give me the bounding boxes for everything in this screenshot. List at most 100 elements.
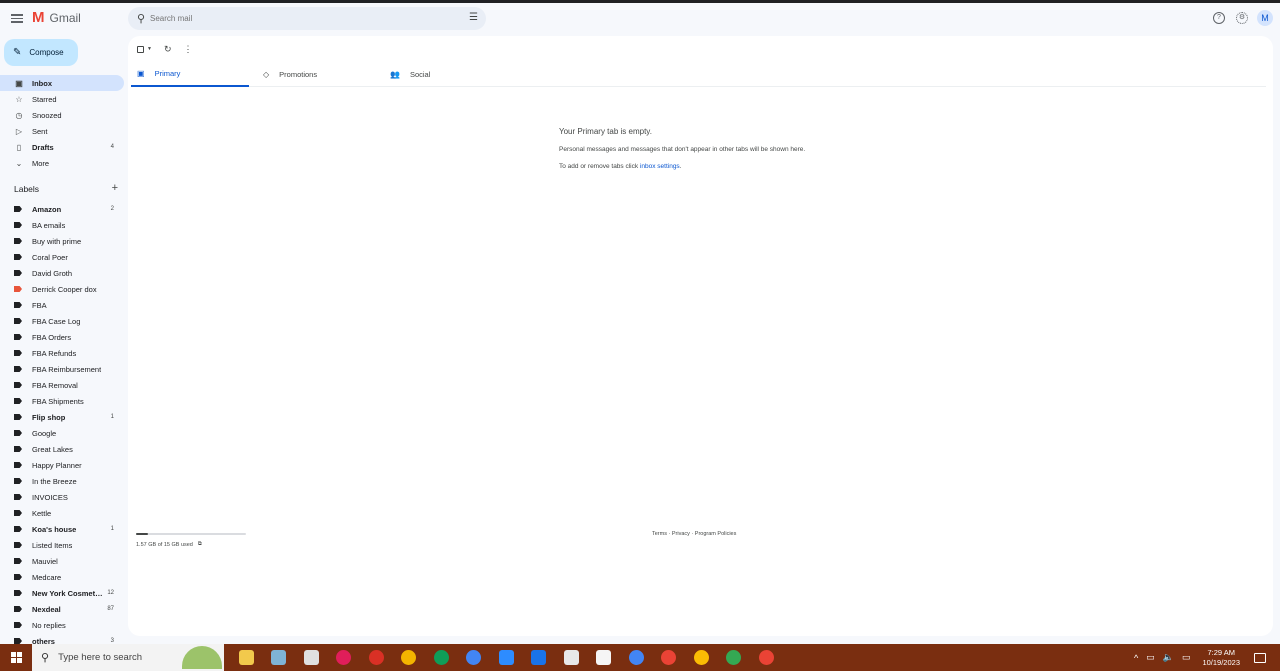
label-item[interactable]: Koa's house 1 (0, 521, 124, 537)
footer-links[interactable]: Terms · Privacy · Program Policies (652, 531, 736, 537)
speaker-icon[interactable]: 🔈 (1163, 652, 1174, 663)
inbox-settings-link[interactable]: inbox settings (640, 163, 680, 170)
label-tag-icon (14, 574, 22, 580)
label-tag-icon (14, 446, 22, 452)
compose-button[interactable]: ✎ Compose (4, 39, 78, 66)
taskbar-app[interactable] (458, 644, 491, 671)
taskbar-app[interactable] (393, 644, 426, 671)
main-menu-icon[interactable] (11, 12, 23, 24)
taskbar-app[interactable] (718, 644, 751, 671)
label-item[interactable]: FBA Shipments (0, 393, 124, 409)
settings-gear-icon[interactable]: ⚙ (1236, 12, 1248, 24)
label-item[interactable]: Great Lakes (0, 441, 124, 457)
label-item[interactable]: Nexdeal 87 (0, 601, 124, 617)
tab-label: Primary (154, 69, 181, 78)
label-item[interactable]: FBA Removal (0, 377, 124, 393)
label-item[interactable]: Buy with prime (0, 233, 124, 249)
clock[interactable]: 7:29 AM 10/19/2023 (1202, 648, 1240, 668)
label-name: New York Cosmet… (32, 588, 103, 598)
windows-start-button[interactable] (0, 644, 32, 671)
label-name: David Groth (32, 268, 73, 278)
taskbar-app[interactable] (523, 644, 556, 671)
taskbar-app[interactable] (588, 644, 621, 671)
taskbar-app[interactable] (360, 644, 393, 671)
taskbar-app[interactable] (328, 644, 361, 671)
taskbar-app[interactable] (490, 644, 523, 671)
tab-promotions[interactable]: ◇ Promotions (257, 62, 375, 87)
network-icon[interactable]: ▭ (1182, 652, 1191, 663)
taskbar-app[interactable] (425, 644, 458, 671)
help-icon[interactable]: ? (1213, 12, 1225, 24)
sidebar-item-inbox[interactable]: ▣ Inbox (0, 75, 124, 91)
external-link-icon[interactable]: ⧉ (198, 541, 202, 548)
notification-center-icon[interactable] (1254, 652, 1266, 663)
label-item[interactable]: Amazon 2 (0, 201, 124, 217)
chevron-up-icon[interactable]: ^ (1134, 653, 1138, 663)
search-bar[interactable]: ⚲ ☰ (128, 7, 486, 30)
account-avatar[interactable]: M (1257, 10, 1273, 26)
label-item[interactable]: FBA Refunds (0, 345, 124, 361)
label-item[interactable]: No replies (0, 617, 124, 633)
add-label-icon[interactable]: + (112, 183, 118, 194)
zoom-icon (498, 650, 514, 665)
search-options-icon[interactable]: ☰ (469, 12, 478, 23)
sidebar-item-sent[interactable]: ▷ Sent (0, 123, 124, 139)
label-item[interactable]: INVOICES (0, 489, 124, 505)
label-name: No replies (32, 620, 66, 630)
sidebar-nav: ▣ Inbox ☆ Starred ◷ Snoozed ▷ Sent ▯ Drafts 4 ⌄ More (0, 75, 124, 171)
app-icon (563, 650, 579, 665)
taskbar-app[interactable] (653, 644, 686, 671)
taskbar-app[interactable] (685, 644, 718, 671)
search-icon[interactable]: ⚲ (137, 12, 145, 25)
label-item[interactable]: FBA Orders (0, 329, 124, 345)
tab-primary[interactable]: ▣ Primary (131, 62, 249, 87)
taskbar-app[interactable] (620, 644, 653, 671)
draft-icon: ▯ (16, 142, 22, 152)
label-item[interactable]: FBA Case Log (0, 313, 124, 329)
sidebar-item-snoozed[interactable]: ◷ Snoozed (0, 107, 124, 123)
search-input[interactable] (150, 11, 450, 26)
select-dropdown-icon[interactable]: ▼ (147, 46, 152, 52)
gmail-logo[interactable]: M Gmail (32, 10, 81, 26)
sidebar-item-drafts[interactable]: ▯ Drafts 4 (0, 139, 124, 155)
label-name: BA emails (32, 220, 66, 230)
label-tag-icon (14, 222, 22, 228)
label-item[interactable]: Flip shop 1 (0, 409, 124, 425)
label-item[interactable]: Google (0, 425, 124, 441)
sidebar-item-more[interactable]: ⌄ More (0, 155, 124, 171)
label-item[interactable]: Coral Poer (0, 249, 124, 265)
label-name: FBA (32, 300, 47, 310)
label-item[interactable]: FBA Reimbursement (0, 361, 124, 377)
label-name: In the Breeze (32, 476, 77, 486)
label-item[interactable]: Kettle (0, 505, 124, 521)
taskbar-app[interactable] (230, 644, 263, 671)
mail-toolbar: ▼ ↻ ⋮ (137, 43, 193, 55)
sidebar-item-starred[interactable]: ☆ Starred (0, 91, 124, 107)
taskbar-search[interactable]: ⚲ Type here to search (32, 644, 224, 671)
tab-social[interactable]: 👥 Social (384, 62, 502, 87)
label-item[interactable]: Derrick Cooper dox (0, 281, 124, 297)
label-item[interactable]: Happy Planner (0, 457, 124, 473)
label-item[interactable]: Listed Items (0, 537, 124, 553)
label-item[interactable]: Mauviel (0, 553, 124, 569)
search-icon: ⚲ (41, 652, 50, 664)
label-item[interactable]: New York Cosmet… 12 (0, 585, 124, 601)
battery-icon[interactable]: ▭ (1146, 652, 1155, 663)
chevron-down-icon: ⌄ (15, 158, 23, 168)
more-options-icon[interactable]: ⋮ (184, 44, 193, 55)
label-name: Happy Planner (32, 460, 82, 470)
label-tag-icon (14, 238, 22, 244)
taskbar-app[interactable] (263, 644, 296, 671)
label-item[interactable]: David Groth (0, 265, 124, 281)
label-tag-icon (14, 590, 22, 596)
label-item[interactable]: BA emails (0, 217, 124, 233)
sidebar-item-label: Snoozed (32, 110, 62, 120)
taskbar-app[interactable] (555, 644, 588, 671)
label-item[interactable]: FBA (0, 297, 124, 313)
taskbar-app[interactable] (750, 644, 783, 671)
select-all-checkbox[interactable] (137, 45, 144, 53)
refresh-icon[interactable]: ↻ (164, 44, 172, 55)
label-item[interactable]: In the Breeze (0, 473, 124, 489)
label-item[interactable]: Medcare (0, 569, 124, 585)
taskbar-app[interactable] (295, 644, 328, 671)
